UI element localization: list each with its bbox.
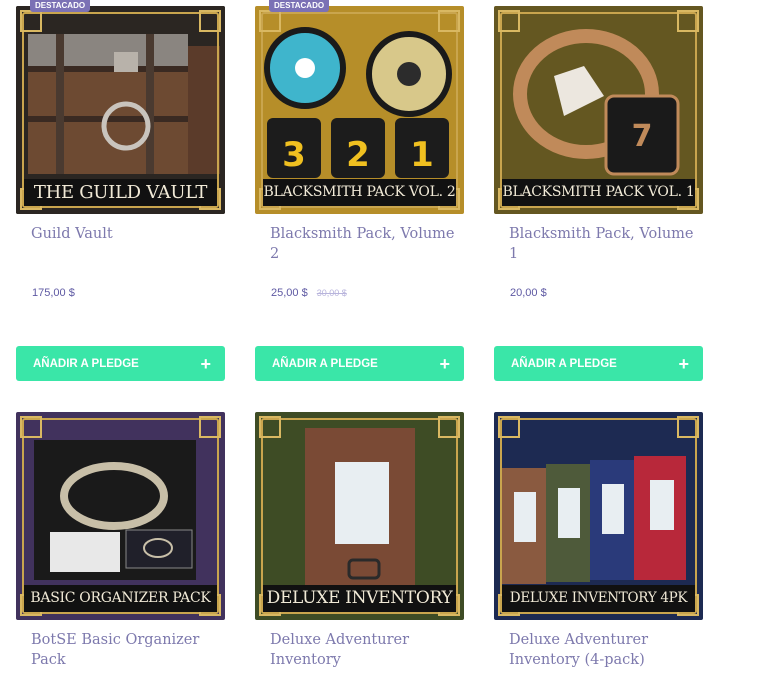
product-image[interactable]: 7 BLACKSMITH PACK VOL. 1 (494, 6, 703, 214)
product-title[interactable]: BotSE Basic Organizer Pack (31, 630, 216, 670)
frame-corner (438, 10, 460, 32)
current-price: 25,00 $ (271, 287, 308, 299)
frame-corner (498, 10, 520, 32)
frame-corner (199, 10, 221, 32)
image-banner: DELUXE INVENTORY (263, 585, 456, 612)
product-card[interactable]: DELUXE INVENTORY 4PK Deluxe Adventurer I… (494, 406, 703, 668)
product-card[interactable]: 3 2 1 BLACKSMITH PACK VOL. 2 DESTACADO B… (255, 0, 464, 381)
plus-icon: + (678, 353, 689, 374)
frame-corner (20, 416, 42, 438)
frame-corner (677, 416, 699, 438)
featured-badge: DESTACADO (30, 0, 91, 12)
image-banner: THE GUILD VAULT (24, 179, 217, 206)
product-card[interactable]: BASIC ORGANIZER PACK BotSE Basic Organiz… (16, 406, 225, 668)
product-title[interactable]: Deluxe Adventurer Inventory (270, 630, 455, 670)
product-title[interactable]: Blacksmith Pack, Volume 2 (270, 224, 455, 264)
product-image[interactable]: 3 2 1 BLACKSMITH PACK VOL. 2 (255, 6, 464, 214)
image-banner: BLACKSMITH PACK VOL. 1 (502, 179, 695, 206)
image-banner: BLACKSMITH PACK VOL. 2 (263, 179, 456, 206)
frame-corner (199, 416, 221, 438)
svg-text:1: 1 (410, 135, 434, 175)
frame-corner (498, 416, 520, 438)
product-card[interactable]: DELUXE INVENTORY Deluxe Adventurer Inven… (255, 406, 464, 668)
button-label: AÑADIR A PLEDGE (272, 357, 378, 370)
product-image[interactable]: BASIC ORGANIZER PACK (16, 412, 225, 620)
frame-corner (259, 10, 281, 32)
original-price: 30,00 $ (316, 288, 347, 298)
svg-text:2: 2 (346, 135, 370, 175)
featured-badge: DESTACADO (269, 0, 330, 12)
product-price: 20,00 $ (510, 287, 547, 299)
add-to-pledge-button[interactable]: AÑADIR A PLEDGE + (255, 346, 464, 381)
product-title[interactable]: Deluxe Adventurer Inventory (4-pack) (509, 630, 694, 670)
current-price: 20,00 $ (510, 287, 547, 299)
svg-text:7: 7 (632, 119, 653, 154)
product-image[interactable]: THE GUILD VAULT (16, 6, 225, 214)
frame-corner (438, 416, 460, 438)
product-title[interactable]: Guild Vault (31, 224, 216, 244)
frame-corner (259, 416, 281, 438)
image-banner: DELUXE INVENTORY 4PK (502, 585, 695, 612)
add-to-pledge-button[interactable]: AÑADIR A PLEDGE + (494, 346, 703, 381)
product-price: 25,00 $ 30,00 $ (271, 287, 347, 299)
frame-corner (677, 10, 699, 32)
image-banner: BASIC ORGANIZER PACK (24, 585, 217, 612)
product-card[interactable]: 7 BLACKSMITH PACK VOL. 1 Blacksmith Pack… (494, 0, 703, 381)
plus-icon: + (439, 353, 450, 374)
svg-text:3: 3 (282, 135, 306, 175)
current-price: 175,00 $ (32, 287, 75, 299)
button-label: AÑADIR A PLEDGE (511, 357, 617, 370)
plus-icon: + (200, 353, 211, 374)
product-price: 175,00 $ (32, 287, 75, 299)
product-title[interactable]: Blacksmith Pack, Volume 1 (509, 224, 694, 264)
product-card[interactable]: THE GUILD VAULT DESTACADO Guild Vault 17… (16, 0, 225, 381)
product-image[interactable]: DELUXE INVENTORY 4PK (494, 412, 703, 620)
add-to-pledge-button[interactable]: AÑADIR A PLEDGE + (16, 346, 225, 381)
frame-corner (20, 10, 42, 32)
product-image[interactable]: DELUXE INVENTORY (255, 412, 464, 620)
button-label: AÑADIR A PLEDGE (33, 357, 139, 370)
